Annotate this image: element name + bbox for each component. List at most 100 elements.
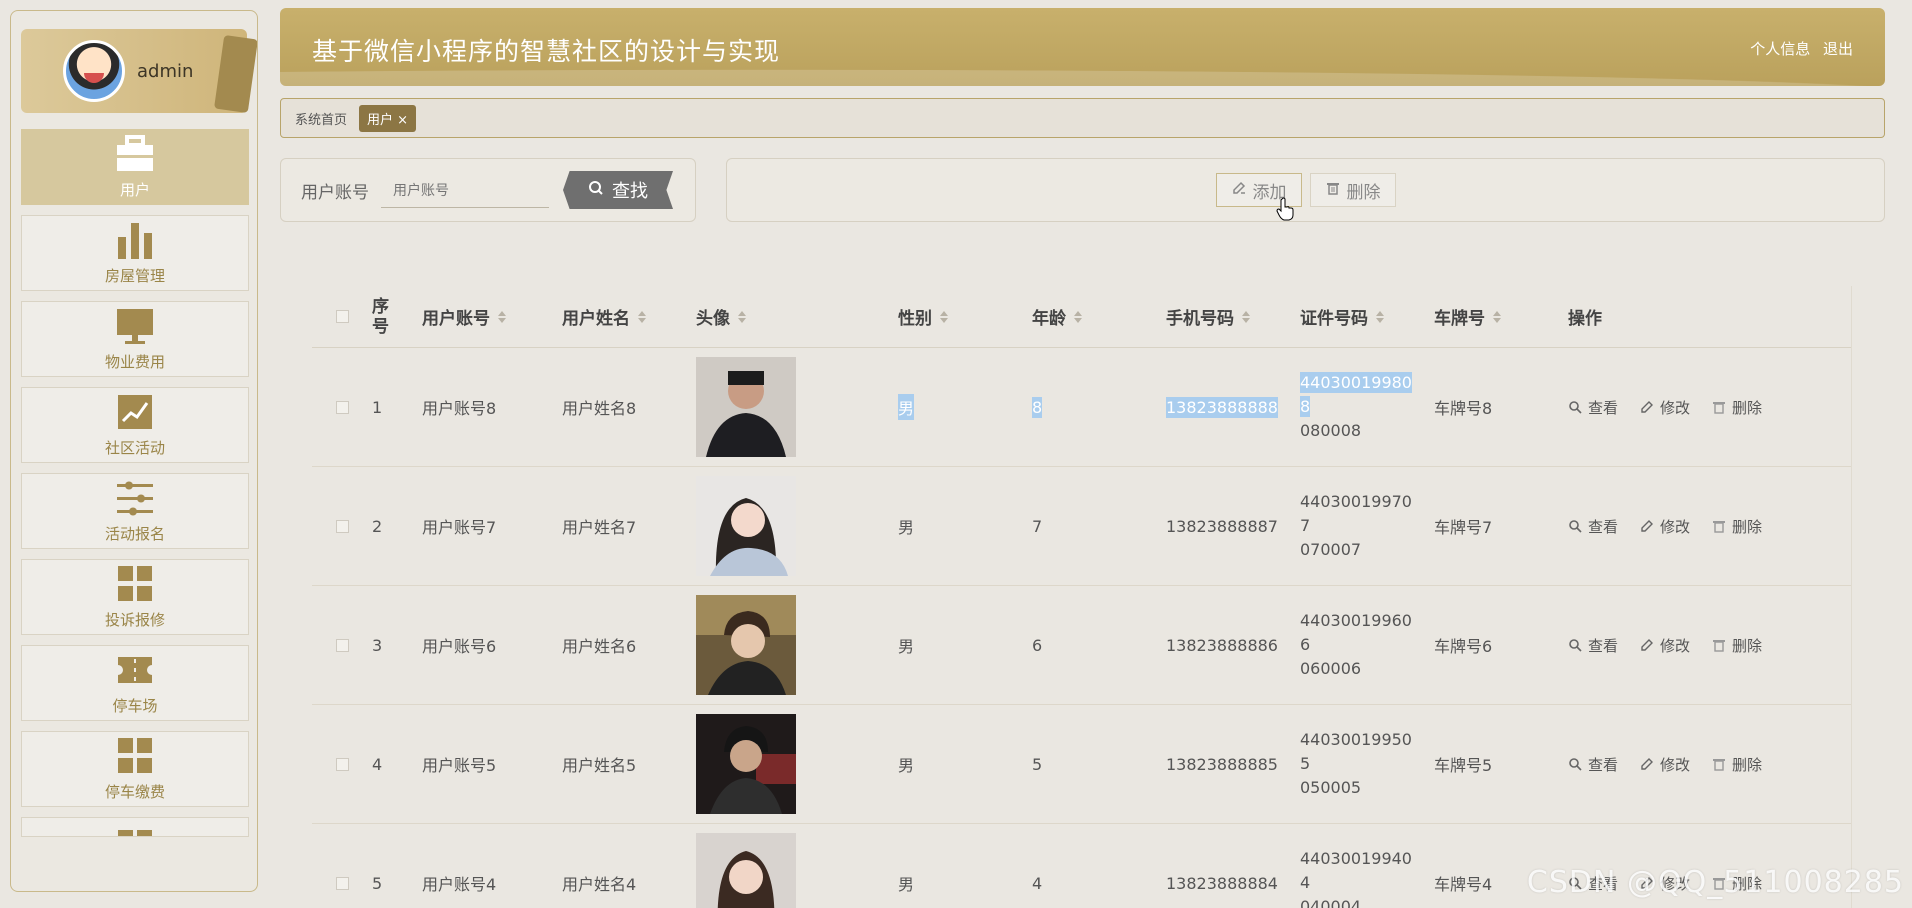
- header-account[interactable]: 用户账号: [422, 304, 562, 329]
- logout-link[interactable]: 退出: [1823, 40, 1853, 58]
- header-sex[interactable]: 性别: [898, 304, 1032, 329]
- header-age[interactable]: 年龄: [1032, 304, 1166, 329]
- edit-button[interactable]: 修改: [1640, 397, 1690, 418]
- cell-name: 用户姓名8: [562, 399, 637, 418]
- row-checkbox[interactable]: [335, 519, 349, 533]
- cell-ops: 查看 修改 删除: [1568, 635, 1818, 656]
- cell-ops: 查看 修改 删除: [1568, 754, 1818, 775]
- sidebar-item-label: 房屋管理: [104, 266, 165, 285]
- cell-idx: 2: [372, 516, 383, 536]
- row-delete-button[interactable]: 删除: [1712, 754, 1762, 775]
- watermark: CSDN @QQ_511008285: [1526, 865, 1904, 900]
- user-photo[interactable]: [696, 357, 796, 457]
- hand-cursor-icon: [1276, 197, 1294, 221]
- view-button[interactable]: 查看: [1568, 397, 1618, 418]
- tab-users[interactable]: 用户 ×: [359, 104, 417, 132]
- sort-icon[interactable]: [738, 310, 746, 323]
- view-label: 查看: [1588, 636, 1619, 655]
- edit-button[interactable]: 修改: [1640, 635, 1690, 656]
- select-all-checkbox[interactable]: [335, 310, 349, 323]
- breadcrumb: 系统首页 用户 ×: [280, 98, 1885, 138]
- cell-name: 用户姓名4: [562, 875, 637, 894]
- header-name[interactable]: 用户姓名: [562, 304, 696, 329]
- id-part-a: 440300199505: [1300, 730, 1412, 773]
- close-icon[interactable]: ×: [397, 113, 408, 128]
- row-delete-button[interactable]: 删除: [1712, 516, 1762, 537]
- sort-icon[interactable]: [1376, 310, 1384, 323]
- id-number: 440300199505 050005: [1300, 728, 1420, 800]
- sliders-icon: [115, 479, 155, 517]
- cell-sex: 男: [898, 394, 1032, 420]
- sort-icon[interactable]: [1242, 310, 1250, 323]
- user-photo[interactable]: [696, 476, 796, 576]
- view-button[interactable]: 查看: [1568, 516, 1618, 537]
- table-row: 3 用户账号6 用户姓名6 男 6 13823888886 4403001996…: [312, 586, 1851, 705]
- row-delete-button[interactable]: 删除: [1712, 635, 1762, 656]
- sidebar: admin 用户 房屋管理 物业费用 社区活动 活动报名 投诉报修 停车场 停车…: [10, 10, 258, 892]
- cell-sex: 男: [898, 756, 915, 775]
- cell-avatar: [696, 595, 898, 695]
- trash-icon: [1712, 757, 1726, 771]
- search-input[interactable]: [381, 172, 549, 208]
- sort-icon[interactable]: [940, 310, 948, 323]
- cell-sex: 男: [898, 518, 915, 537]
- sort-icon[interactable]: [498, 310, 506, 323]
- cell-phone: 13823888884: [1166, 873, 1278, 893]
- user-photo[interactable]: [696, 714, 796, 814]
- view-button[interactable]: 查看: [1568, 754, 1618, 775]
- edit-icon: [1640, 400, 1654, 414]
- view-label: 查看: [1588, 398, 1619, 417]
- cell-avatar: [696, 476, 898, 576]
- tab-label: 用户: [367, 112, 394, 128]
- row-checkbox[interactable]: [335, 876, 349, 890]
- sort-icon[interactable]: [638, 310, 646, 323]
- edit-label: 修改: [1660, 755, 1691, 774]
- cell-idx: 1: [372, 397, 383, 417]
- user-photo[interactable]: [696, 833, 796, 908]
- cell-phone: 13823888888: [1166, 396, 1300, 418]
- sidebar-item-signup[interactable]: 活动报名: [21, 473, 249, 549]
- sidebar-item-parking-fees[interactable]: 停车缴费: [21, 731, 249, 807]
- sidebar-item-parking[interactable]: 停车场: [21, 645, 249, 721]
- page-header: 基于微信小程序的智慧社区的设计与实现 个人信息 退出: [280, 8, 1885, 86]
- header-phone[interactable]: 手机号码: [1166, 304, 1300, 329]
- edit-label: 修改: [1660, 517, 1691, 536]
- delete-button[interactable]: 删除: [1309, 173, 1396, 207]
- sidebar-item-fees[interactable]: 物业费用: [21, 301, 249, 377]
- search-panel: 用户账号 查找: [280, 158, 696, 222]
- sidebar-item-houses[interactable]: 房屋管理: [21, 215, 249, 291]
- sidebar-item-label: 停车缴费: [104, 782, 165, 801]
- cell-plate: 车牌号5: [1434, 756, 1493, 775]
- sidebar-item-more[interactable]: [21, 817, 249, 837]
- edit-button[interactable]: 修改: [1640, 754, 1690, 775]
- row-checkbox[interactable]: [335, 400, 349, 414]
- row-checkbox[interactable]: [335, 757, 349, 771]
- profile-link[interactable]: 个人信息: [1750, 40, 1810, 58]
- search-button[interactable]: 查找: [563, 171, 673, 209]
- header-plate[interactable]: 车牌号: [1434, 304, 1568, 329]
- user-profile-card: admin: [21, 29, 257, 114]
- sidebar-item-users[interactable]: 用户: [21, 129, 249, 205]
- delete-label: 删除: [1732, 755, 1763, 774]
- header-plate-label: 车牌号: [1434, 309, 1485, 329]
- breadcrumb-home[interactable]: 系统首页: [295, 109, 347, 128]
- cell-name: 用户姓名6: [562, 637, 637, 656]
- grid-icon: [115, 565, 155, 603]
- row-delete-button[interactable]: 删除: [1712, 397, 1762, 418]
- id-part-b: 050005: [1300, 778, 1362, 797]
- sidebar-item-label: 社区活动: [104, 438, 165, 457]
- view-button[interactable]: 查看: [1568, 635, 1618, 656]
- avatar: [63, 40, 125, 102]
- edit-button[interactable]: 修改: [1640, 516, 1690, 537]
- sort-icon[interactable]: [1493, 310, 1501, 323]
- sidebar-item-complaints[interactable]: 投诉报修: [21, 559, 249, 635]
- header-avatar[interactable]: 头像: [696, 304, 898, 329]
- row-checkbox[interactable]: [335, 638, 349, 652]
- sidebar-item-activities[interactable]: 社区活动: [21, 387, 249, 463]
- user-photo[interactable]: [696, 595, 796, 695]
- cell-sex: 男: [898, 637, 915, 656]
- sort-icon[interactable]: [1074, 310, 1082, 323]
- cell-account: 用户账号6: [422, 637, 497, 656]
- header-id-no[interactable]: 证件号码: [1300, 304, 1434, 329]
- row-checkbox-cell: [312, 876, 372, 890]
